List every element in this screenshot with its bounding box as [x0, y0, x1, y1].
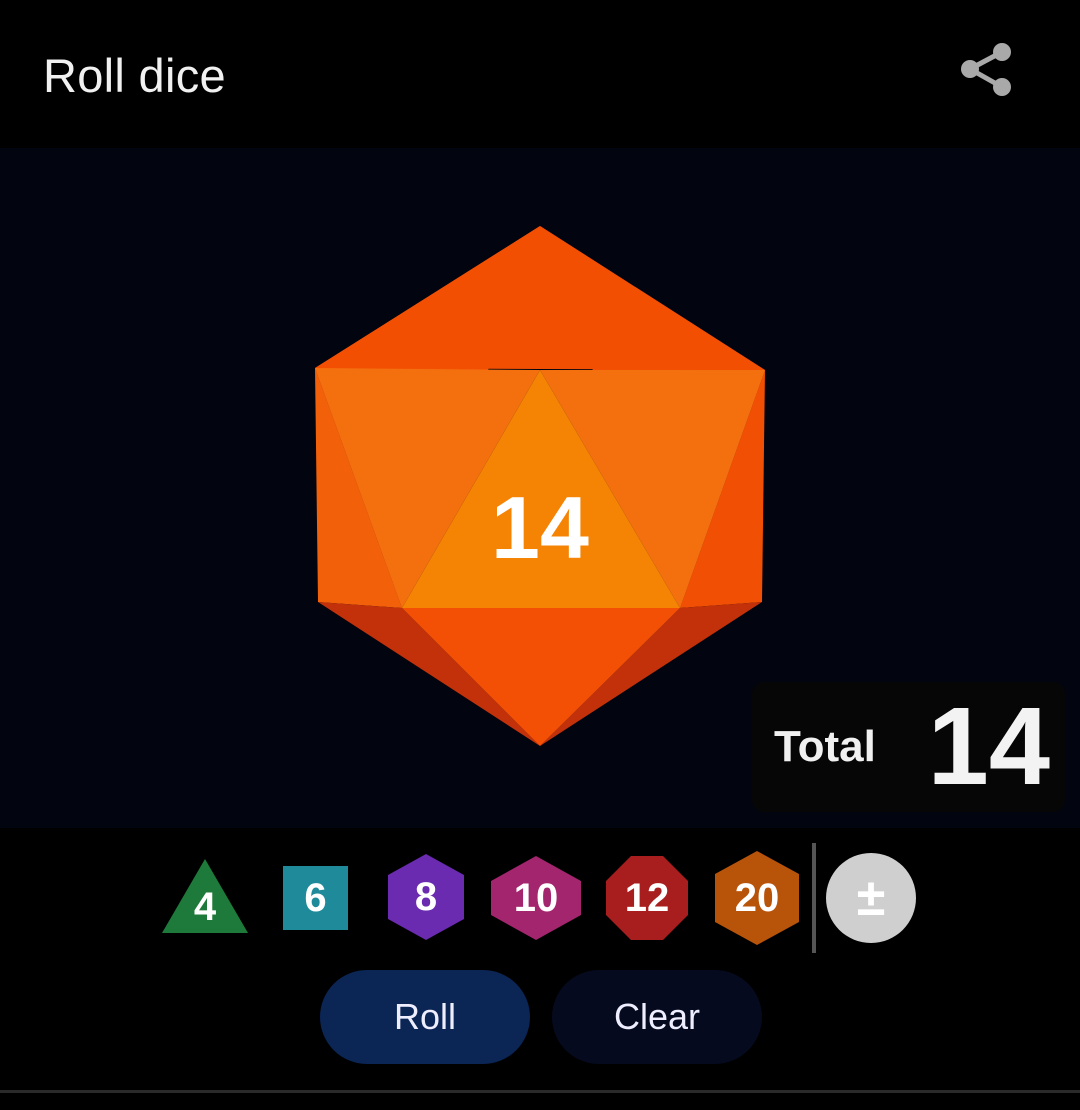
d12-label: 12: [624, 875, 670, 920]
clear-button[interactable]: Clear: [552, 970, 762, 1064]
d4-button[interactable]: 4: [160, 857, 250, 935]
d20-button[interactable]: 20: [714, 850, 800, 946]
share-icon: [961, 43, 1011, 96]
share-button[interactable]: [950, 36, 1022, 108]
d8-label: 8: [414, 874, 438, 919]
modifier-button[interactable]: ±: [826, 853, 916, 943]
d8-button[interactable]: 8: [387, 853, 465, 941]
total-label: Total: [774, 722, 876, 771]
d6-label: 6: [304, 875, 327, 920]
divider: [812, 843, 816, 953]
plus-minus-icon: ±: [856, 869, 886, 927]
roll-button[interactable]: Roll: [320, 970, 530, 1064]
d12-button[interactable]: 12: [605, 855, 689, 941]
d6-button[interactable]: 6: [283, 866, 348, 930]
bottom-divider: [0, 1090, 1080, 1093]
d20-label: 20: [734, 875, 780, 920]
app-bar: Roll dice: [0, 0, 1080, 148]
d20-die[interactable]: 14: [310, 222, 770, 752]
total-value: 14: [927, 685, 1050, 808]
d4-label: 4: [193, 884, 217, 929]
die-result-value: 14: [491, 478, 589, 577]
page-title: Roll dice: [43, 49, 226, 102]
total-panel: Total 14: [752, 682, 1065, 812]
d10-button[interactable]: 10: [490, 855, 582, 941]
d10-label: 10: [513, 875, 559, 920]
